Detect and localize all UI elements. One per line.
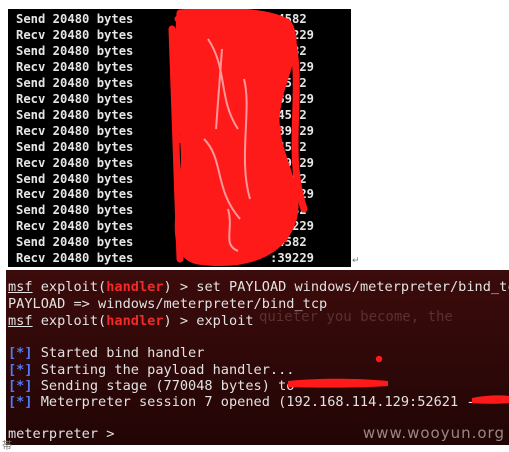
red-scribble-redaction: [168, 9, 308, 266]
red-redaction-marks: [288, 355, 509, 404]
msf-terminal-panel: msf exploit(handler) > set PAYLOAD windo…: [6, 270, 509, 445]
site-watermark: www.wooyun.org: [362, 424, 505, 442]
console-output-panel: Send 20480 bytes:4582Recv 20480 bytes:39…: [8, 9, 351, 267]
paragraph-return-mark: ↵: [352, 256, 360, 266]
